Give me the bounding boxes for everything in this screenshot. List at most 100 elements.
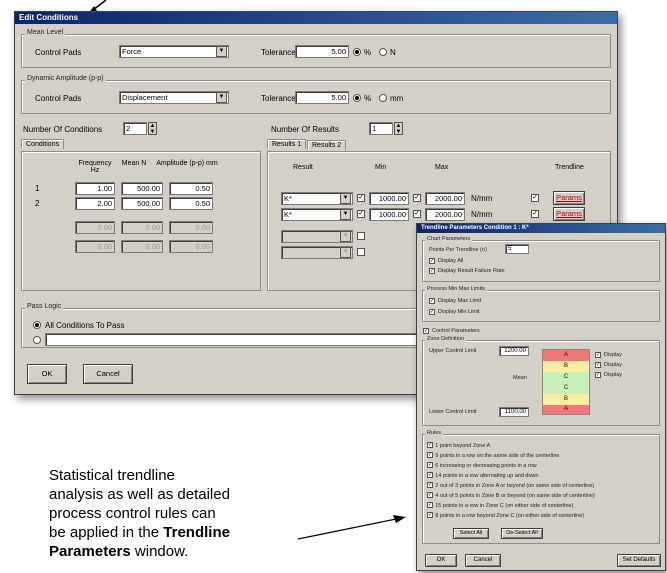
max-enable-checkbox[interactable]: ✓ bbox=[413, 210, 421, 218]
process-limits-label: Process Min Max Limits bbox=[425, 286, 488, 292]
list-item[interactable]: ✓ 2 out of 3 points in Zone A or beyond … bbox=[427, 480, 657, 490]
min-input[interactable]: 1000.00 bbox=[369, 192, 409, 205]
amp-tolerance-pct-radio[interactable] bbox=[353, 94, 361, 102]
zone-c-display-label: Display bbox=[604, 372, 623, 378]
tab-results-1[interactable]: Results 1 bbox=[267, 139, 307, 149]
row-index: 2 bbox=[35, 199, 40, 208]
tab-results-2[interactable]: Results 2 bbox=[307, 140, 347, 150]
mean-unit-abs: N bbox=[390, 48, 396, 57]
col-header-max: Max bbox=[435, 164, 449, 171]
zone-a-display-label: Display bbox=[604, 352, 623, 358]
spinner-arrows-icon[interactable]: ▲ ▼ bbox=[148, 122, 157, 135]
mean-tolerance-pct-radio[interactable] bbox=[353, 48, 361, 56]
chevron-down-icon: ▼ bbox=[340, 193, 351, 204]
trendline-ok-button[interactable]: OK bbox=[425, 554, 457, 567]
amp-tolerance-abs-radio[interactable] bbox=[379, 94, 387, 102]
col-header-mean: Mean N bbox=[121, 160, 147, 167]
points-per-trendline-input[interactable]: 5 bbox=[505, 244, 529, 254]
display-min-checkbox[interactable]: ✓ bbox=[429, 309, 435, 315]
zone-b-display-checkbox[interactable]: ✓ bbox=[595, 362, 601, 368]
list-item[interactable]: ✓ 8 points in a row beyond Zone C (on ei… bbox=[427, 510, 657, 520]
pointer-arrow-trendline bbox=[297, 515, 406, 540]
num-results-spinner[interactable]: 1 bbox=[369, 122, 393, 135]
result-select[interactable]: K* ▼ bbox=[281, 192, 353, 205]
max-input[interactable]: 2000.00 bbox=[425, 192, 465, 205]
all-conditions-radio[interactable] bbox=[33, 321, 41, 329]
display-result-checkbox[interactable]: ✓ bbox=[429, 268, 435, 274]
ok-button[interactable]: OK bbox=[27, 364, 67, 384]
rule-checkbox[interactable]: ✓ bbox=[427, 511, 433, 518]
upper-limit-input[interactable]: 1200.00 bbox=[499, 346, 529, 356]
mean-input[interactable]: 500.00 bbox=[121, 182, 163, 195]
rule-checkbox[interactable]: ✓ bbox=[427, 461, 433, 468]
trendline-title-bar: Trendline Parameters Condition 1 : K* bbox=[417, 224, 665, 233]
mean-tolerance-label: Tolerance bbox=[261, 48, 296, 57]
max-enable-checkbox[interactable]: ✓ bbox=[413, 194, 421, 202]
deselect-all-button[interactable]: De-Select All bbox=[501, 528, 543, 539]
table-row: 2 2.00 500.00 0.50 bbox=[35, 197, 255, 211]
lower-limit-input[interactable]: 1100.00 bbox=[499, 407, 529, 417]
trendline-parameters-window: Trendline Parameters Condition 1 : K* Ch… bbox=[416, 223, 666, 571]
display-all-checkbox[interactable]: ✓ bbox=[429, 258, 435, 264]
row-index: 1 bbox=[35, 184, 40, 193]
unit-label: N/mm bbox=[471, 210, 493, 219]
amp-tolerance-input[interactable]: 5.00 bbox=[295, 91, 349, 104]
max-input[interactable]: 2000.00 bbox=[425, 208, 465, 221]
trendline-params-button[interactable]: Params bbox=[553, 191, 585, 205]
spinner-arrows-icon[interactable]: ▲ ▼ bbox=[394, 122, 403, 135]
amp-unit-abs: mm bbox=[390, 94, 404, 103]
frequency-input[interactable]: 1.00 bbox=[75, 182, 115, 195]
list-item[interactable]: ✓ 15 points in a row in Zone C (on eithe… bbox=[427, 500, 657, 510]
custom-logic-input[interactable] bbox=[45, 333, 425, 346]
trendline-params-button[interactable]: Params bbox=[553, 207, 585, 221]
zone-band: A B C C B A bbox=[542, 349, 590, 415]
min-enable-checkbox[interactable]: ✓ bbox=[357, 210, 365, 218]
result-select[interactable]: K* ▼ bbox=[281, 208, 353, 221]
min-enable-checkbox[interactable]: ✓ bbox=[357, 194, 365, 202]
amp-control-pads-select[interactable]: Displacement ▼ bbox=[119, 91, 229, 104]
control-params-checkbox[interactable]: ✓ bbox=[423, 328, 429, 334]
frequency-input[interactable]: 2.00 bbox=[75, 197, 115, 210]
list-item[interactable]: ✓ 4 out of 5 points in Zone B or beyond … bbox=[427, 490, 657, 500]
cancel-button[interactable]: Cancel bbox=[83, 364, 133, 384]
min-input[interactable]: 1000.00 bbox=[369, 208, 409, 221]
mean-input: 0.00 bbox=[121, 240, 163, 253]
rule-checkbox[interactable]: ✓ bbox=[427, 451, 433, 458]
trendline-cancel-button[interactable]: Cancel bbox=[465, 554, 501, 567]
trendline-checkbox[interactable]: ✓ bbox=[531, 210, 539, 218]
mean-tolerance-input[interactable]: 5.00 bbox=[295, 45, 349, 58]
mean-tolerance-abs-radio[interactable] bbox=[379, 48, 387, 56]
display-max-checkbox[interactable]: ✓ bbox=[429, 298, 435, 304]
rule-checkbox[interactable]: ✓ bbox=[427, 491, 433, 498]
table-row: 0.00 0.00 0.00 bbox=[35, 240, 255, 254]
rule-checkbox[interactable]: ✓ bbox=[427, 441, 433, 448]
table-row: 0.00 0.00 0.00 bbox=[35, 221, 255, 235]
zone-c-display-checkbox[interactable]: ✓ bbox=[595, 372, 601, 378]
zone-c-upper: C bbox=[543, 372, 589, 383]
mean-unit-pct: % bbox=[364, 48, 372, 57]
select-all-button[interactable]: Select All bbox=[453, 528, 489, 539]
list-item[interactable]: ✓ 1 point beyond Zone A bbox=[427, 440, 657, 450]
rule-checkbox[interactable]: ✓ bbox=[427, 501, 433, 508]
mean-input[interactable]: 500.00 bbox=[121, 197, 163, 210]
window-title-bar: Edit Conditions bbox=[15, 12, 617, 24]
zone-a-display-checkbox[interactable]: ✓ bbox=[595, 352, 601, 358]
list-item[interactable]: ✓ 14 points in a row alternating up and … bbox=[427, 470, 657, 480]
list-item[interactable]: ✓ 6 increasing or decreasing points in a… bbox=[427, 460, 657, 470]
amplitude-input[interactable]: 0.50 bbox=[169, 182, 213, 195]
display-max-label: Display Max Limit bbox=[438, 298, 482, 304]
set-defaults-button[interactable]: Set Defaults bbox=[617, 554, 661, 567]
tab-conditions[interactable]: Conditions bbox=[21, 139, 65, 149]
mean-control-pads-select[interactable]: Force ▼ bbox=[119, 45, 229, 58]
zone-a-upper: A bbox=[543, 350, 589, 361]
rule-checkbox[interactable]: ✓ bbox=[427, 471, 433, 478]
process-limits-group bbox=[422, 290, 660, 322]
trendline-checkbox[interactable]: ✓ bbox=[531, 194, 539, 202]
frequency-input: 0.00 bbox=[75, 221, 115, 234]
rule-checkbox[interactable]: ✓ bbox=[427, 481, 433, 488]
col-header-result: Result bbox=[293, 164, 313, 171]
num-conditions-spinner[interactable]: 2 bbox=[123, 122, 147, 135]
amplitude-input[interactable]: 0.50 bbox=[169, 197, 213, 210]
custom-logic-radio[interactable] bbox=[33, 336, 41, 344]
list-item[interactable]: ✓ 9 points in a row on the same side of … bbox=[427, 450, 657, 460]
